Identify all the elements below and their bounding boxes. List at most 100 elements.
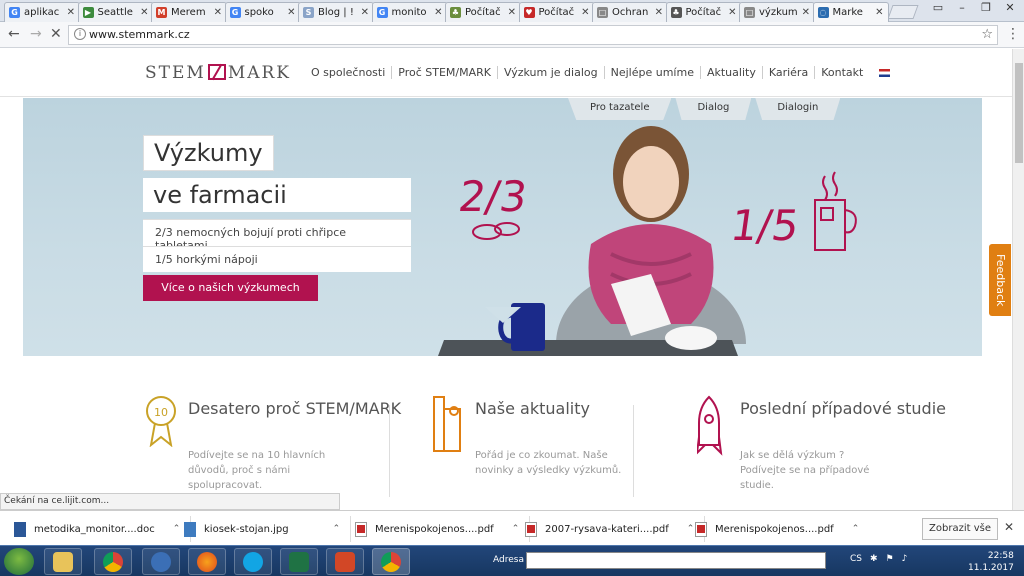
nav-item-aktuality[interactable]: Aktuality [701,66,763,79]
url-field[interactable]: i www.stemmark.cz ☆ [68,25,998,45]
subtab-dialogin[interactable]: Dialogin [755,98,841,120]
download-item[interactable]: Merenispokojenos....pdf ⌃ [695,516,869,542]
close-tab-icon[interactable]: ✕ [361,7,369,18]
main-nav: O společnosti Proč STEM/MARK Výzkum je d… [305,66,891,79]
close-window-icon[interactable]: ✕ [998,0,1022,16]
research-cta-button[interactable]: Více o našich výzkumech [143,275,318,301]
download-item[interactable]: Merenispokojenos....pdf ⌃ [355,516,531,542]
address-bar-row: ← → ✕ i www.stemmark.cz ☆ ⋮ [0,22,1024,48]
taskbar-explorer[interactable] [44,548,82,575]
browser-tab[interactable]: ♣ Počítač ✕ [445,2,521,22]
feedback-tab[interactable]: Feedback [989,244,1011,316]
taskbar-skype[interactable] [234,548,272,575]
chevron-up-icon[interactable]: ⌃ [687,524,695,534]
image-file-icon [184,521,196,537]
close-tab-icon[interactable]: ✕ [287,7,295,18]
back-arrow-icon[interactable]: ← [8,26,20,42]
new-tab-button[interactable] [887,5,919,19]
tab-title: Blog | ! [318,7,354,18]
info-icon[interactable]: i [74,28,86,40]
favicon-icon: ♣ [450,7,461,18]
browser-tab[interactable]: ♣ Počítač ✕ [665,2,742,22]
download-shelf: metodika_monitor....doc ⌃ kiosek-stojan.… [0,510,1024,545]
bluetooth-icon[interactable]: ✱ [870,554,878,564]
menu-kebab-icon[interactable]: ⋮ [1006,26,1020,42]
download-item[interactable]: kiosek-stojan.jpg ⌃ [184,516,352,542]
clock-time: 22:58 [987,551,1014,561]
chevron-up-icon[interactable]: ⌃ [852,524,860,534]
taskbar-excel[interactable] [280,548,318,575]
chevron-up-icon[interactable]: ⌃ [512,524,520,534]
language-indicator[interactable]: CS [850,554,862,564]
download-filename: kiosek-stojan.jpg [204,523,289,535]
browser-tab[interactable]: □ výzkum ✕ [739,2,815,22]
logo-text-left: STEM [145,63,206,83]
close-tab-icon[interactable]: ✕ [655,7,663,18]
browser-tab[interactable]: □ Ochran ✕ [592,2,668,22]
minimize-icon[interactable]: – [950,0,974,16]
chevron-up-icon[interactable]: ⌃ [173,524,181,534]
pills-icon [472,222,520,240]
download-item[interactable]: 2007-rysava-kateri....pdf ⌃ [525,516,706,542]
chevron-up-icon[interactable]: ⌃ [333,524,341,534]
english-flag-icon[interactable] [879,69,891,77]
windows-taskbar: Adresa CS ✱ ⚑ ♪ 22:58 11.1.2017 [0,545,1024,576]
taskbar-chrome[interactable] [94,548,132,575]
stop-icon[interactable]: ✕ [50,26,62,42]
browser-tab[interactable]: Gspoko ✕ [224,2,301,22]
browser-tab[interactable]: Gaplikac ✕ [4,2,80,22]
close-download-shelf-icon[interactable]: ✕ [1004,520,1014,534]
system-clock[interactable]: 22:58 11.1.2017 [968,550,1014,574]
favicon-icon: M [156,7,167,18]
scrollbar-thumb[interactable] [1015,63,1023,163]
close-tab-icon[interactable]: ✕ [802,7,810,18]
close-tab-icon[interactable]: ✕ [434,7,442,18]
nav-item-nejlepe-umime[interactable]: Nejlépe umíme [605,66,701,79]
download-filename: Merenispokojenos....pdf [375,523,494,535]
taskbar-chrome-active[interactable] [372,548,410,575]
divider [389,405,390,497]
browser-tab[interactable]: S Blog | ! ✕ [298,2,374,22]
restore-icon[interactable]: ❐ [974,0,998,16]
start-button[interactable] [4,548,34,575]
download-item[interactable]: metodika_monitor....doc ⌃ [14,516,192,542]
tab-title: Počítač [685,7,722,18]
close-tab-icon[interactable]: ✕ [728,7,736,18]
browser-tab[interactable]: ▶ Seattle ✕ [77,2,154,22]
close-tab-icon[interactable]: ✕ [508,7,516,18]
flag-icon[interactable]: ⚑ [886,554,894,564]
taskbar-firefox[interactable] [188,548,226,575]
taskbar-powerpoint[interactable] [326,548,364,575]
volume-icon[interactable]: ♪ [902,554,908,564]
medal-ten-label: 10 [154,406,168,419]
user-icon[interactable]: ▭ [926,0,950,16]
nav-item-vyzkum-je-dialog[interactable]: Výzkum je dialog [498,66,605,79]
nav-item-proc-stemmark[interactable]: Proč STEM/MARK [392,66,498,79]
browser-tab[interactable]: M Merem ✕ [151,2,227,22]
site-logo[interactable]: STEM MARK [145,63,291,83]
browser-tab[interactable]: ♥ Počítač ✕ [518,2,595,22]
address-toolbar-input[interactable] [526,552,826,569]
browser-tab[interactable]: ◌ Marke ✕ [812,2,889,22]
download-filename: metodika_monitor....doc [34,523,155,535]
page-scrollbar[interactable] [1012,49,1024,510]
skype-icon [243,551,263,572]
close-tab-icon[interactable]: ✕ [581,7,589,18]
close-tab-icon[interactable]: ✕ [875,7,883,18]
forward-arrow-icon[interactable]: → [30,26,42,42]
taskbar-thunderbird[interactable] [142,548,180,575]
close-tab-icon[interactable]: ✕ [67,7,75,18]
bookmark-star-icon[interactable]: ☆ [981,26,993,44]
nav-item-kariera[interactable]: Kariéra [763,66,816,79]
nav-item-o-spolecnosti[interactable]: O společnosti [305,66,393,79]
nav-item-kontakt[interactable]: Kontakt [815,66,869,79]
feature-title-studie[interactable]: Poslední případové studie [740,399,946,418]
feature-title-desatero[interactable]: Desatero proč STEM/MARK [188,399,401,418]
show-all-downloads-button[interactable]: Zobrazit vše [922,518,998,540]
browser-tab[interactable]: Gmonito ✕ [371,2,448,22]
hot-drink-icon [814,171,857,251]
feature-title-aktuality[interactable]: Naše aktuality [475,399,590,418]
close-tab-icon[interactable]: ✕ [140,7,148,18]
address-toolbar-label: Adresa [493,555,524,565]
close-tab-icon[interactable]: ✕ [214,7,222,18]
